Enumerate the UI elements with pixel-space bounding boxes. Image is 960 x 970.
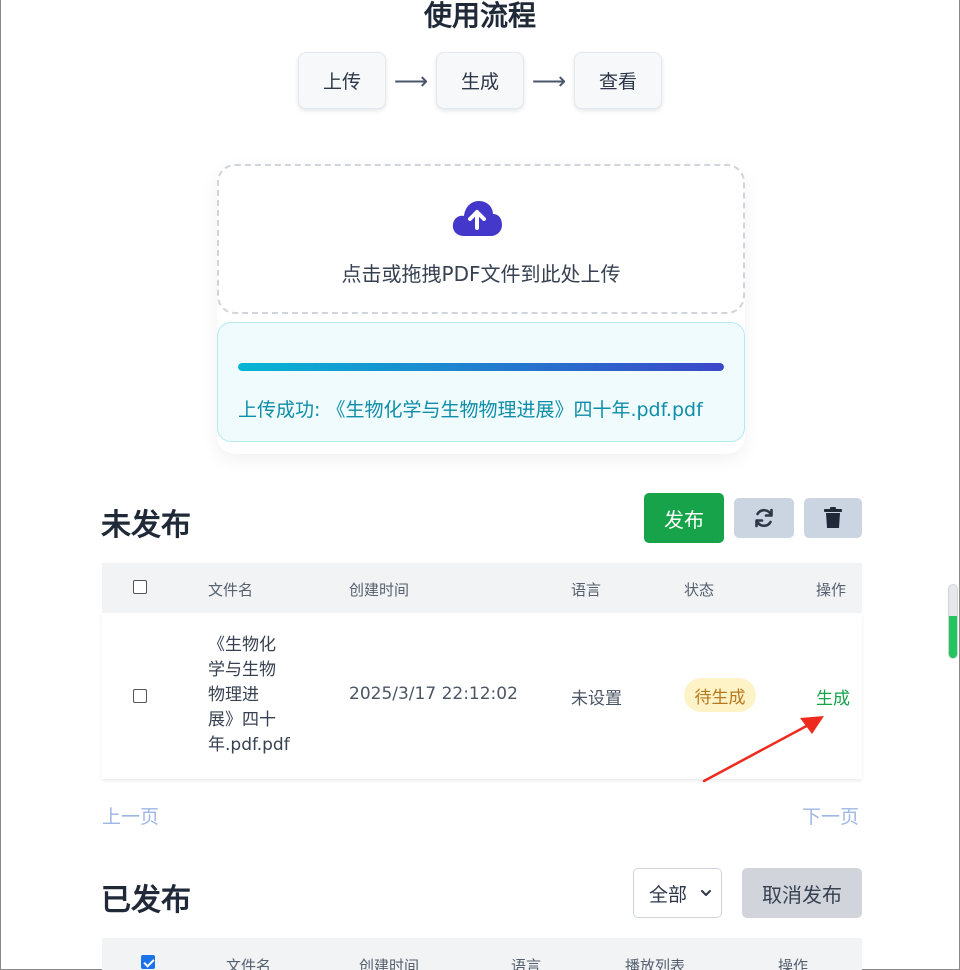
progress-fill — [238, 363, 724, 371]
unpublish-button[interactable]: 取消发布 — [742, 868, 862, 918]
page-scrollbar[interactable] — [948, 584, 958, 659]
table-header: 文件名 创建时间 语言 播放列表 操作 — [102, 938, 862, 970]
trash-icon — [824, 507, 842, 528]
publish-button[interactable]: 发布 — [644, 493, 724, 543]
column-header: 操作 — [778, 957, 809, 970]
upload-status-text: 上传成功: 《生物化学与生物物理进展》四十年.pdf.pdf — [238, 399, 703, 421]
created-time-cell: 2025/3/17 22:12:02 — [349, 684, 518, 704]
arrow-right-icon: ⟶ — [531, 66, 567, 95]
generate-link[interactable]: 生成 — [816, 684, 850, 709]
file-name-line: 展》四十 — [208, 710, 276, 730]
step-generate: 生成 — [436, 52, 524, 109]
cloud-upload-icon — [452, 201, 502, 236]
column-header: 操作 — [816, 581, 847, 599]
annotation-arrow — [702, 716, 824, 783]
column-header: 状态 — [684, 581, 715, 599]
refresh-button[interactable] — [734, 498, 794, 538]
step-view: 查看 — [574, 52, 662, 109]
column-header: 创建时间 — [359, 957, 420, 970]
published-section-title: 已发布 — [101, 883, 191, 918]
dropzone-text: 点击或拖拽PDF文件到此处上传 — [341, 262, 621, 286]
unpublished-section-title: 未发布 — [101, 508, 191, 543]
select-value: 全部 — [649, 883, 688, 906]
upload-card: 点击或拖拽PDF文件到此处上传 上传成功: 《生物化学与生物物理进展》四十年.p… — [217, 164, 745, 454]
refresh-icon — [755, 508, 773, 528]
next-page-link[interactable]: 下一页 — [802, 802, 859, 829]
status-badge: 待生成 — [684, 678, 756, 712]
chevron-down-icon — [701, 890, 711, 896]
arrow-right-icon: ⟶ — [393, 66, 429, 95]
workflow-steps: 上传 ⟶ 生成 ⟶ 查看 — [1, 52, 959, 109]
publish-filter-select[interactable]: 全部 — [633, 868, 722, 918]
column-header: 文件名 — [226, 957, 272, 970]
row-checkbox[interactable] — [133, 689, 147, 703]
file-name-line: 年.pdf.pdf — [208, 735, 290, 755]
language-cell: 未设置 — [571, 689, 622, 709]
column-header: 播放列表 — [625, 957, 686, 970]
delete-button[interactable] — [804, 498, 862, 538]
step-upload: 上传 — [298, 52, 386, 109]
column-header: 语言 — [571, 581, 602, 599]
upload-progress-panel: 上传成功: 《生物化学与生物物理进展》四十年.pdf.pdf — [217, 322, 745, 442]
table-header: 文件名 创建时间 语言 状态 操作 — [102, 563, 862, 613]
column-header: 语言 — [511, 957, 542, 970]
column-header: 文件名 — [208, 581, 254, 599]
select-all-checkbox[interactable] — [133, 580, 147, 594]
page-title: 使用流程 — [423, 0, 536, 32]
file-name-line: 学与生物 — [208, 660, 276, 680]
file-name-line: 《生物化 — [208, 635, 276, 655]
select-all-checkbox[interactable] — [141, 955, 155, 969]
progress-bar — [238, 363, 724, 371]
prev-page-link[interactable]: 上一页 — [102, 802, 159, 829]
file-name-line: 物理进 — [208, 685, 259, 705]
file-name-cell: 《生物化 学与生物 物理进 展》四十 年.pdf.pdf — [208, 633, 290, 758]
published-table: 文件名 创建时间 语言 播放列表 操作 — [102, 938, 862, 970]
column-header: 创建时间 — [349, 581, 410, 599]
pdf-dropzone[interactable]: 点击或拖拽PDF文件到此处上传 — [217, 164, 745, 314]
scrollbar-fill — [949, 615, 957, 658]
